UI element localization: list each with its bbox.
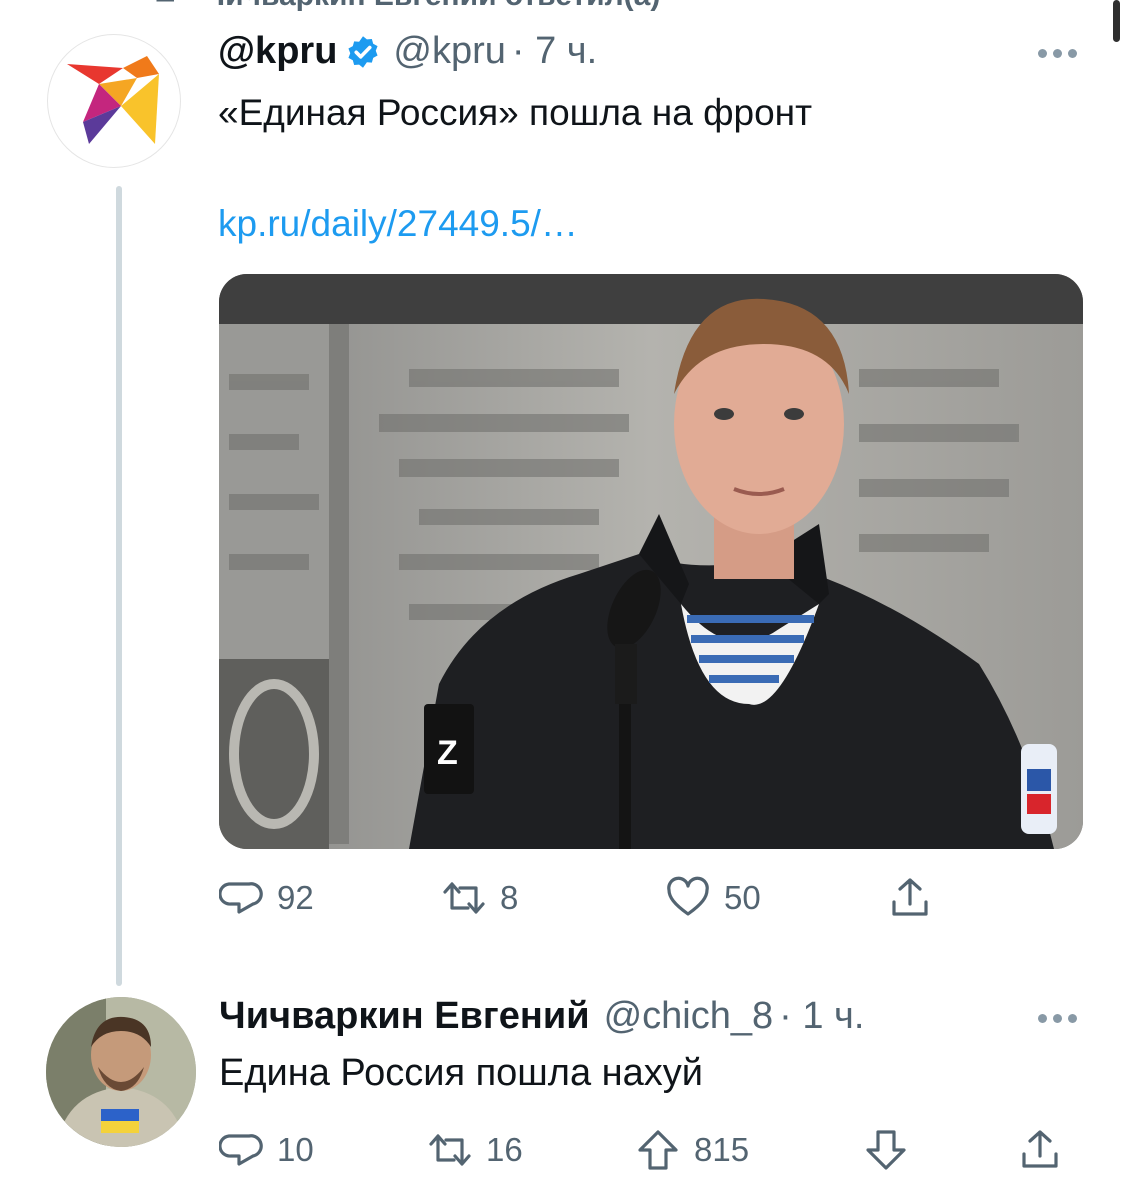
verified-badge-icon xyxy=(348,35,378,68)
retweet-icon xyxy=(429,1134,471,1166)
tweet-2-header: Чичваркин Евгений @chich_8 · 1 ч. xyxy=(219,995,864,1038)
tweet-1-like-count: 50 xyxy=(724,879,761,916)
reply-icon xyxy=(219,882,263,914)
tweet-2-time[interactable]: · 1 ч. xyxy=(779,995,864,1038)
thread-line xyxy=(116,186,122,986)
chich8-avatar[interactable] xyxy=(46,997,196,1147)
tweet-1-share-button[interactable] xyxy=(888,876,932,920)
tweet-2-retweet-button[interactable]: 16 xyxy=(428,1128,523,1172)
tweet-2-more-icon[interactable] xyxy=(1038,1012,1082,1024)
kpru-avatar[interactable] xyxy=(47,34,181,168)
tweet-2-retweet-count: 16 xyxy=(486,1131,523,1168)
tweet-2-downvote-button[interactable] xyxy=(864,1128,908,1172)
tweet-2-upvote-button[interactable]: 815 xyxy=(636,1128,749,1172)
tweet-2-upvote-count: 815 xyxy=(694,1131,750,1168)
tweet-2-author-name[interactable]: Чичваркин Евгений xyxy=(219,995,590,1038)
tweet-2-handle[interactable]: @chich_8 xyxy=(604,995,774,1038)
tweet-1-author-name[interactable]: @kpru xyxy=(218,30,337,73)
tweet-2-reply-count: 10 xyxy=(277,1131,314,1168)
tweet-1-handle[interactable]: @kpru xyxy=(393,30,506,73)
tweet-1-retweet-count: 8 xyxy=(500,879,519,916)
tweet-1-retweet-button[interactable]: 8 xyxy=(442,876,518,920)
tweet-1-text: «Единая Россия» пошла на фронт xyxy=(218,92,813,133)
tweet-1-time[interactable]: · 7 ч. xyxy=(512,30,597,73)
reply-icon xyxy=(219,1134,263,1166)
upvote-icon xyxy=(638,1130,678,1170)
avatar-photo xyxy=(46,997,196,1147)
tweet-1-like-button[interactable]: 50 xyxy=(666,876,761,920)
tweet-1-reply-count: 92 xyxy=(277,879,314,916)
tweet-2-share-button[interactable] xyxy=(1018,1128,1062,1172)
svg-text:Z: Z xyxy=(437,734,458,772)
tweet-1-more-icon[interactable] xyxy=(1038,47,1082,59)
share-icon xyxy=(892,878,928,916)
retweet-icon xyxy=(150,0,190,18)
tweet-1-photo[interactable]: Z xyxy=(219,274,1083,849)
share-icon xyxy=(1022,1130,1058,1168)
tweet-1-header: @kpru @kpru · 7 ч. xyxy=(218,30,597,73)
tweet-2-text: Едина Россия пошла нахуй xyxy=(219,1052,703,1094)
tweet-2-reply-button[interactable]: 10 xyxy=(219,1128,314,1172)
reply-context-header: Чичваркин Евгений ответил(а) xyxy=(150,0,660,14)
like-icon xyxy=(667,876,709,916)
reply-context-text: Чичваркин Евгений ответил(а) xyxy=(204,0,660,13)
scrollbar[interactable] xyxy=(1113,0,1120,42)
downvote-icon xyxy=(866,1130,906,1170)
tweet-1-reply-button[interactable]: 92 xyxy=(219,876,314,920)
photo-illustration: Z xyxy=(219,274,1083,849)
retweet-icon xyxy=(443,882,485,914)
kp-logo xyxy=(67,56,159,144)
tweet-1-link[interactable]: kp.ru/daily/27449.5/… xyxy=(218,203,578,245)
